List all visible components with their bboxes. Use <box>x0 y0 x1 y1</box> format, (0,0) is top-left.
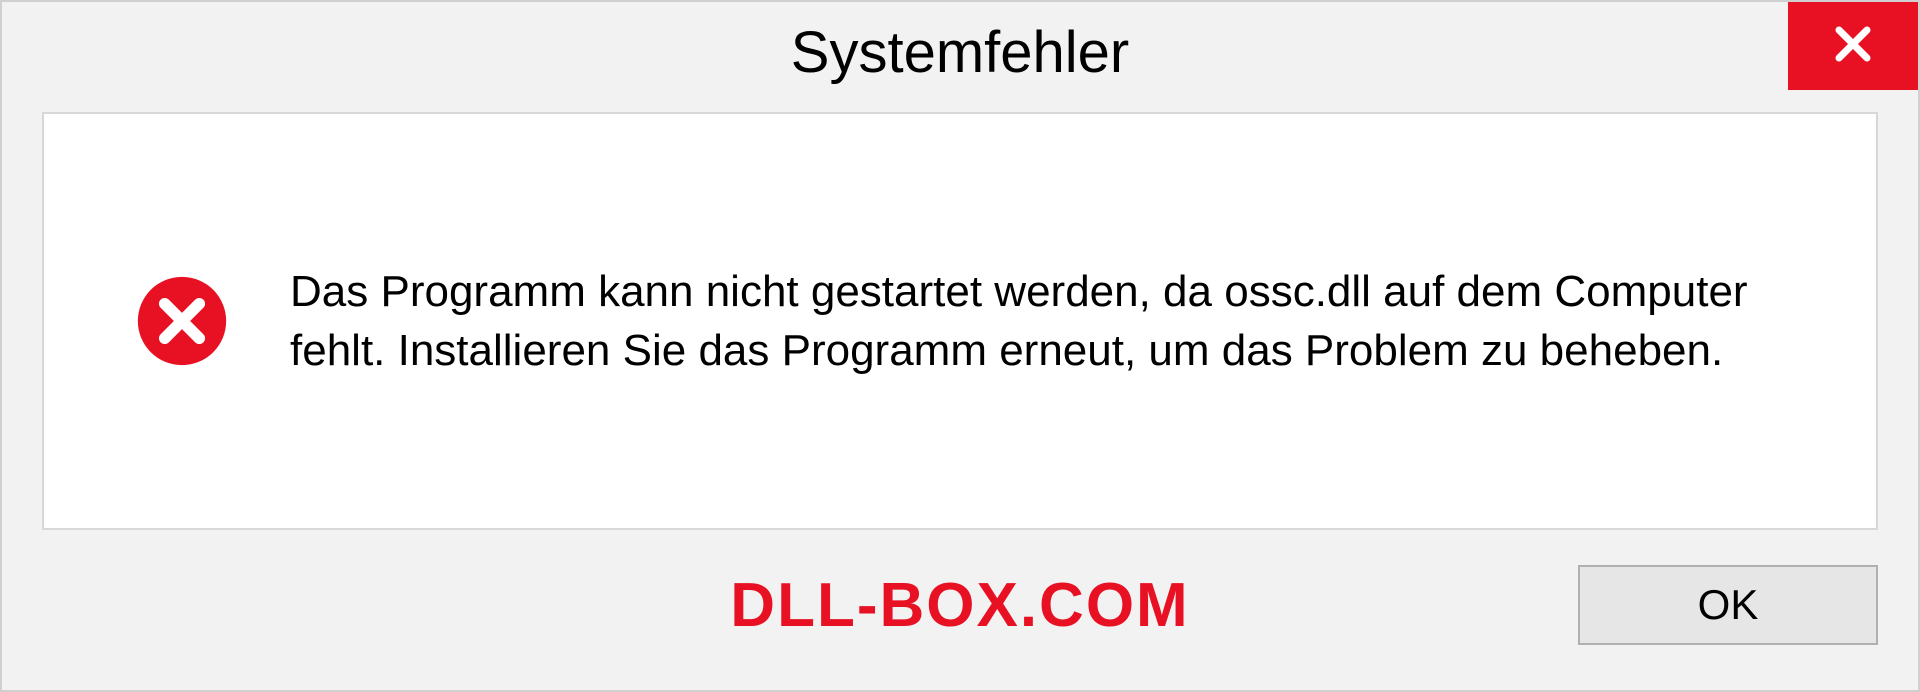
error-icon <box>134 273 230 369</box>
dialog-title: Systemfehler <box>791 19 1129 86</box>
ok-button[interactable]: OK <box>1578 565 1878 645</box>
watermark-text: DLL-BOX.COM <box>730 570 1189 641</box>
error-message: Das Programm kann nicht gestartet werden… <box>290 262 1786 381</box>
error-dialog: Systemfehler Das Programm kann nicht ges… <box>0 0 1920 692</box>
content-area: Das Programm kann nicht gestartet werden… <box>42 112 1878 530</box>
dialog-footer: DLL-BOX.COM OK <box>2 550 1918 690</box>
close-icon <box>1829 20 1877 73</box>
close-button[interactable] <box>1788 2 1918 90</box>
title-bar: Systemfehler <box>2 2 1918 102</box>
